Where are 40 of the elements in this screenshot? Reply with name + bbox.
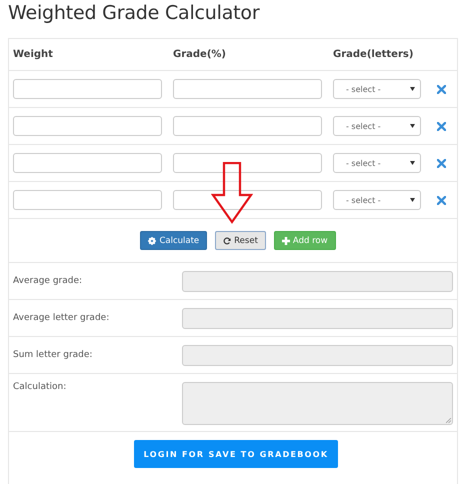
resize-grip-icon[interactable] [446, 418, 451, 423]
result-label: Calculation: [13, 382, 68, 392]
login-save-button[interactable]: LOGIN FOR SAVE TO GRADEBOOK [134, 440, 338, 468]
calculate-button[interactable]: Calculate [140, 231, 208, 250]
grade-field[interactable] [173, 153, 322, 173]
weight-field[interactable] [13, 116, 162, 136]
plus-icon [282, 236, 290, 244]
letter-grade-select[interactable]: - select - [333, 79, 421, 99]
page-title: Weighted Grade Calculator [8, 1, 261, 26]
delete-icon[interactable] [437, 158, 446, 168]
column-header: Grade(letters) [333, 49, 414, 60]
grade-field[interactable] [173, 190, 322, 210]
refresh-icon [223, 236, 232, 244]
caret-icon [410, 161, 415, 165]
grade-field[interactable] [173, 116, 322, 136]
caret-icon [410, 198, 415, 202]
weight-field[interactable] [13, 190, 162, 210]
arrow-annotation [211, 162, 253, 224]
letter-grade-select[interactable]: - select - [333, 116, 421, 136]
reset-button[interactable]: Reset [215, 231, 266, 250]
letter-grade-select[interactable]: - select - [333, 153, 421, 173]
column-header: Weight [13, 49, 54, 60]
result-field[interactable] [182, 270, 453, 292]
delete-icon[interactable] [437, 122, 446, 130]
column-header: Grade(%) [173, 49, 227, 60]
gear-icon [148, 236, 156, 244]
calculation-textarea[interactable] [182, 382, 453, 425]
weight-field[interactable] [13, 79, 162, 99]
result-label: Sum letter grade: [13, 350, 94, 360]
letter-grade-select[interactable]: - select - [333, 190, 421, 210]
weight-field[interactable] [13, 153, 162, 173]
result-field[interactable] [182, 308, 453, 328]
grade-field[interactable] [173, 79, 322, 99]
caret-icon [410, 124, 415, 128]
result-label: Average grade: [13, 276, 84, 286]
result-field[interactable] [182, 344, 453, 366]
delete-icon[interactable] [437, 84, 446, 94]
result-label: Average letter grade: [13, 313, 110, 323]
caret-icon [410, 87, 415, 91]
delete-icon[interactable] [437, 196, 446, 204]
